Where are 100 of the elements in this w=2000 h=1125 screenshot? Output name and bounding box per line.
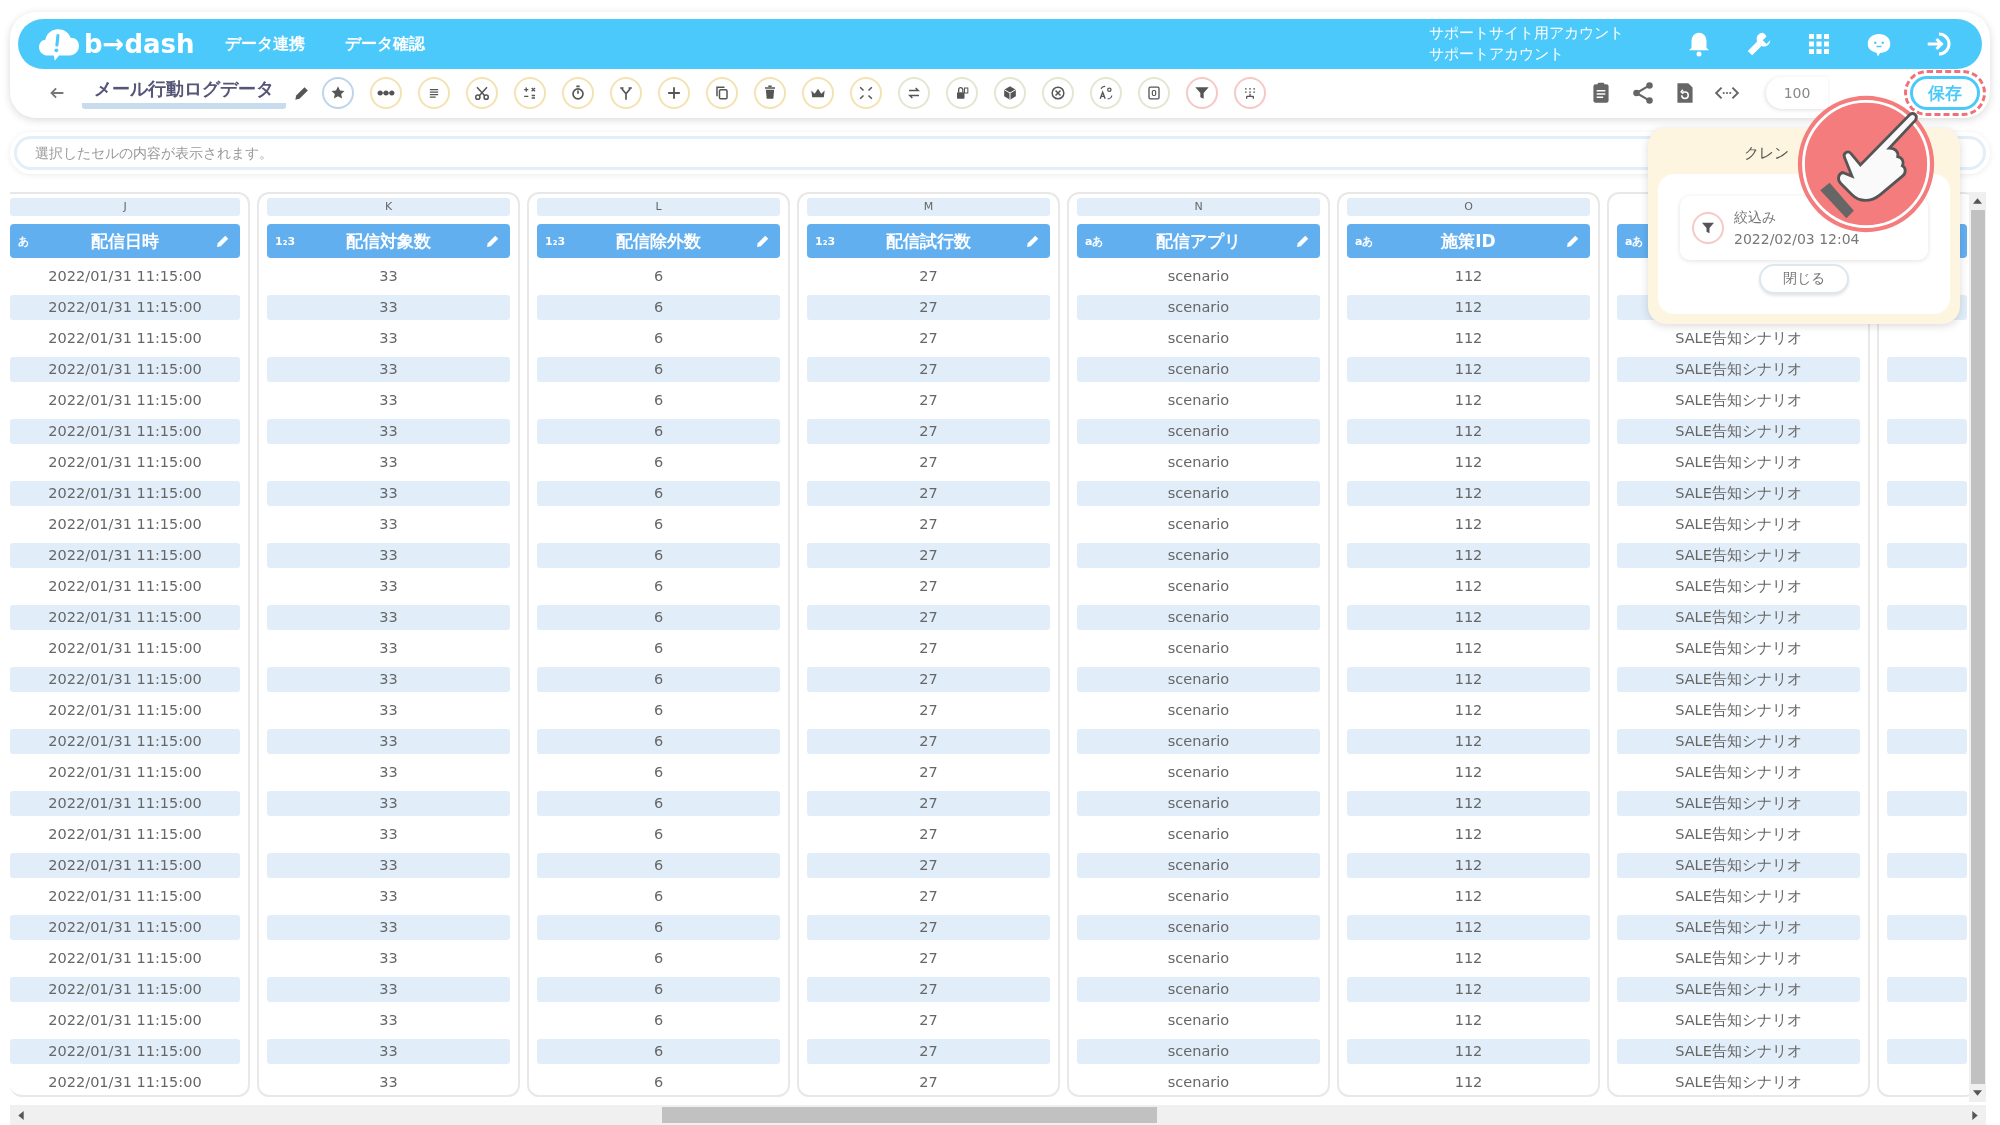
tool-button[interactable] [514, 77, 546, 109]
tool-button[interactable] [706, 77, 738, 109]
tool-button[interactable] [610, 77, 642, 109]
type-label: あ [18, 233, 29, 249]
scroll-thumb[interactable] [1970, 210, 1985, 1084]
tool-button[interactable] [418, 77, 450, 109]
table-cell: 33 [267, 605, 510, 630]
tool-button[interactable] [1090, 77, 1122, 109]
scroll-left-icon[interactable] [18, 1110, 24, 1120]
table-cell-text: SALE告知シナリオ [1674, 1073, 1803, 1092]
table-cell: SALE告知シナリオ [1617, 977, 1860, 1002]
data-title[interactable]: メール行動ログデータ [82, 77, 286, 109]
table-cell-text: 33 [378, 267, 399, 286]
table-cell: 27 [807, 605, 1050, 630]
table-cell: 27 [807, 295, 1050, 320]
table-cell: 33 [267, 915, 510, 940]
column-header[interactable]: あ 配信日時 [10, 224, 240, 258]
column-header[interactable]: 1₂3 配信対象数 [267, 224, 510, 258]
table-cell: 2022/01/31 11:15:00 [10, 605, 240, 630]
table-cell-text: 33 [378, 763, 399, 782]
zoom-select[interactable]: 100 [1766, 77, 1828, 109]
table-cell: 112 [1347, 605, 1590, 630]
table-cell-text: scenario [1166, 1073, 1231, 1092]
table-cell: 27 [807, 729, 1050, 754]
table-cell: 112 [1347, 729, 1590, 754]
table-cell-text: SALE告知シナリオ [1674, 763, 1803, 782]
table-cell: SALE告知シナリオ [1617, 729, 1860, 754]
table-cell-text: scenario [1166, 639, 1231, 658]
table-cell: 2022/01/31 11:15:00 [10, 357, 240, 382]
table-cell: SALE告知シナリオ [1617, 419, 1860, 444]
tool-button[interactable] [562, 77, 594, 109]
table-cell: SALE告知シナリオ [1617, 667, 1860, 692]
tool-button[interactable] [994, 77, 1026, 109]
table-cell-text: 6 [652, 515, 665, 534]
tool-button[interactable] [946, 77, 978, 109]
table-cell-text: 27 [918, 949, 939, 968]
table-cell-text: scenario [1166, 577, 1231, 596]
table-cell: 112 [1347, 357, 1590, 382]
tool-button[interactable] [898, 77, 930, 109]
type-label: 1₂3 [815, 234, 836, 248]
scroll-up-icon[interactable] [1973, 198, 1982, 204]
tool-button[interactable] [322, 77, 354, 109]
tool-button[interactable] [1138, 77, 1170, 109]
table-cell-text: 112 [1453, 639, 1484, 658]
column-header[interactable]: 1₂3 配信除外数 [537, 224, 780, 258]
horizontal-scrollbar[interactable] [10, 1105, 1986, 1125]
tool-button[interactable] [370, 77, 402, 109]
column-title: 配信対象数 [346, 229, 431, 253]
close-button[interactable]: 閉じる [1759, 264, 1849, 294]
table-cell: 33 [267, 1039, 510, 1064]
table-cell-text: 112 [1453, 577, 1484, 596]
table-cell-text: scenario [1166, 329, 1231, 348]
table-cell: 33 [267, 977, 510, 1002]
column-header[interactable]: 1₂3 配信試行数 [807, 224, 1050, 258]
nav-link[interactable]: データ連携 [224, 33, 305, 55]
table-cell: 27 [807, 853, 1050, 878]
logo-text[interactable]: b→dash [84, 29, 195, 59]
share-icon[interactable] [1630, 80, 1656, 106]
table-cell: 2022/01/31 11:15:00 [10, 1039, 240, 1064]
tool-button[interactable] [1186, 77, 1218, 109]
table-cell-text: 2022/01/31 11:15:00 [47, 267, 203, 286]
table-cell-text: 33 [378, 453, 399, 472]
table-cell: 33 [267, 481, 510, 506]
table-cell-text: 33 [378, 1011, 399, 1030]
table-cell-text: 6 [652, 887, 665, 906]
table-cell: 6 [537, 295, 780, 320]
table-cell: 6 [537, 729, 780, 754]
scroll-thumb[interactable] [662, 1107, 1157, 1123]
table-cell: 27 [807, 915, 1050, 940]
table-cell-text: 33 [378, 1073, 399, 1092]
column-header[interactable]: aあ 施策ID [1347, 224, 1590, 258]
table-cell: scenario [1077, 481, 1320, 506]
table-cell: SALE告知シナリオ [1617, 605, 1860, 630]
tool-button[interactable] [658, 77, 690, 109]
column-letter: K [384, 200, 393, 213]
column-header[interactable]: aあ 配信アプリ [1077, 224, 1320, 258]
tool-button[interactable] [466, 77, 498, 109]
table-cell-text: SALE告知シナリオ [1674, 1011, 1803, 1030]
table-cell: scenario [1077, 295, 1320, 320]
table-cell: 2022/01/31 11:15:00 [10, 667, 240, 692]
table-cell: 27 [807, 481, 1050, 506]
table-cell-text: scenario [1166, 453, 1231, 472]
table-cell: 33 [267, 729, 510, 754]
table-cell: SALE告知シナリオ [1617, 853, 1860, 878]
table-cell-text: SALE告知シナリオ [1674, 949, 1803, 968]
table-cell-text: SALE告知シナリオ [1674, 391, 1803, 410]
vertical-scrollbar[interactable] [1969, 192, 1986, 1102]
scroll-right-icon[interactable] [1972, 1110, 1978, 1120]
tool-button[interactable] [754, 77, 786, 109]
scroll-down-icon[interactable] [1973, 1090, 1982, 1096]
tool-button[interactable] [802, 77, 834, 109]
table-cell-text: SALE告知シナリオ [1674, 825, 1803, 844]
tool-button[interactable] [1042, 77, 1074, 109]
table-cell-text: 27 [918, 577, 939, 596]
column-title: 配信日時 [91, 229, 159, 253]
table-cell-text: SALE告知シナリオ [1674, 639, 1803, 658]
table-cell-text: 6 [652, 267, 665, 286]
table-cell-text: 112 [1453, 515, 1484, 534]
nav-link[interactable]: データ確認 [344, 33, 425, 55]
account-name: サポートサイト用アカウント [1429, 23, 1624, 44]
